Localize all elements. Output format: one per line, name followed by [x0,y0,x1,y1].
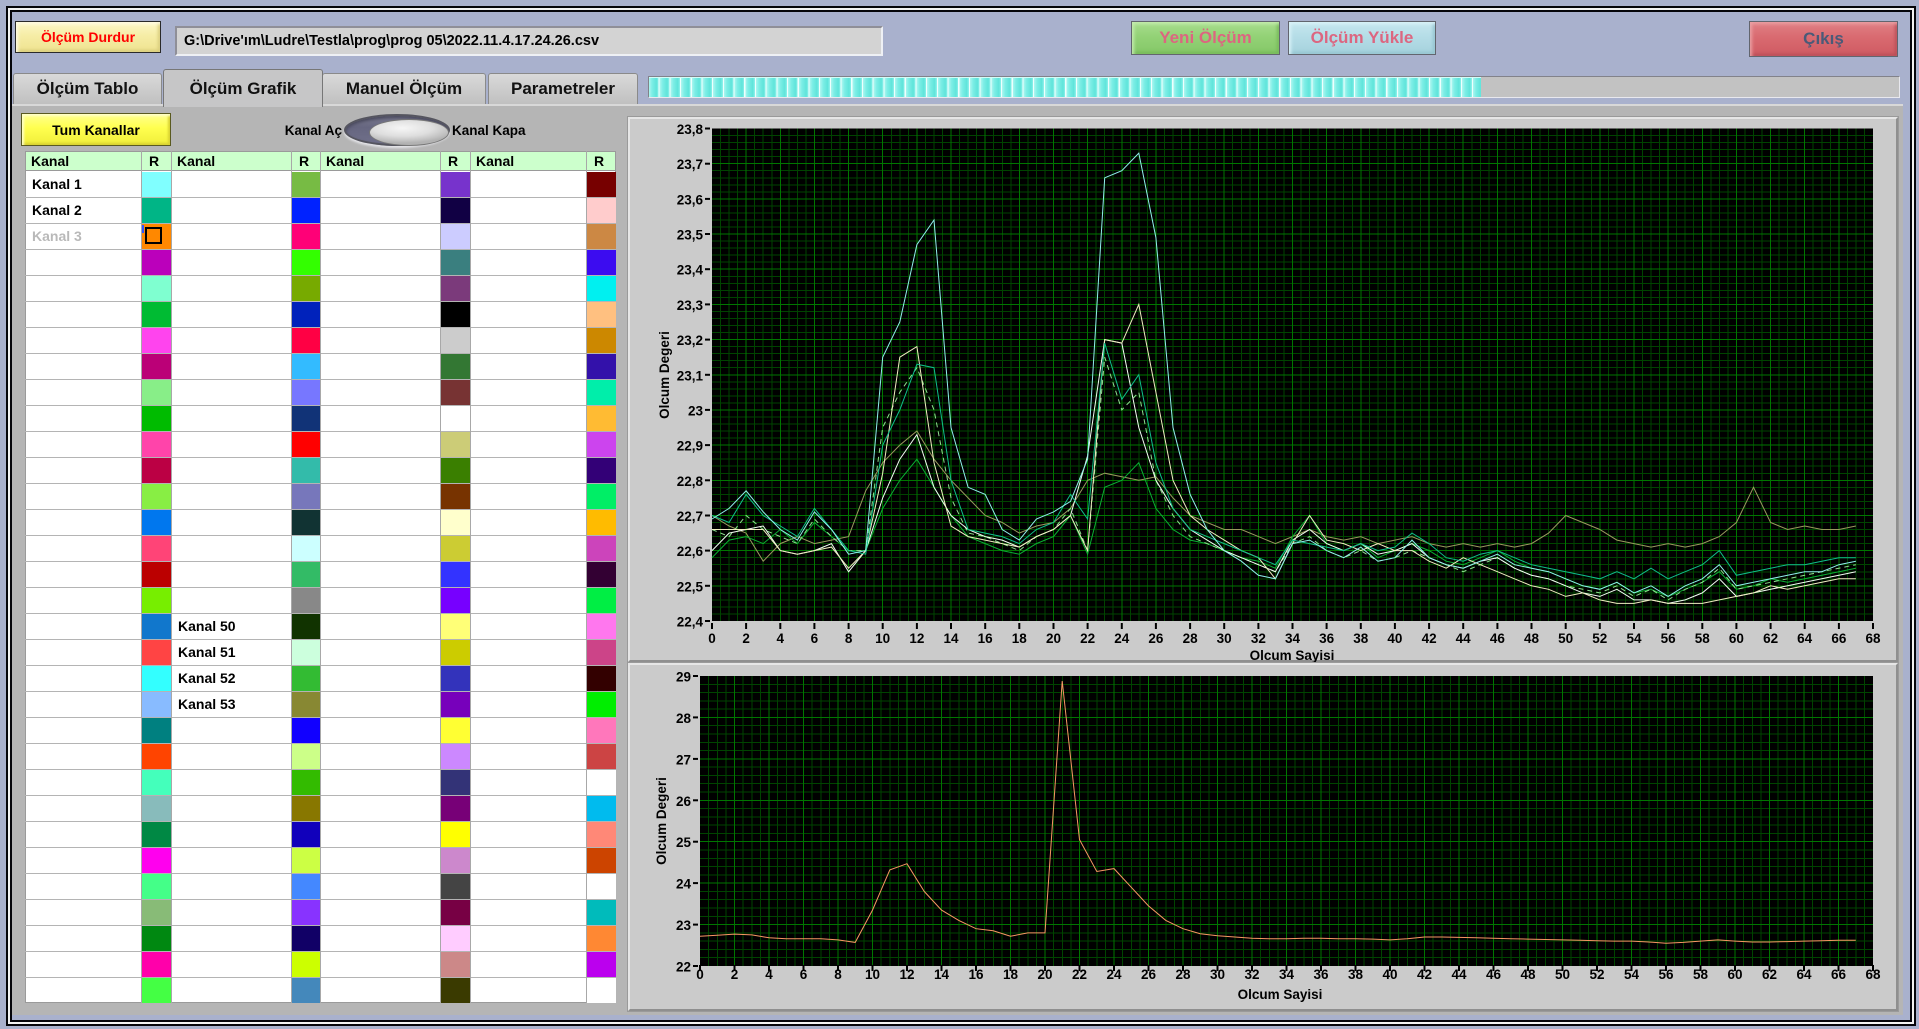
svg-text:60: 60 [1727,967,1742,982]
svg-text:22: 22 [1080,631,1095,646]
svg-text:23,5: 23,5 [677,228,704,243]
svg-text:14: 14 [943,631,959,646]
svg-text:40: 40 [1382,967,1397,982]
svg-text:8: 8 [834,967,842,982]
svg-text:20: 20 [1046,631,1061,646]
svg-text:22,7: 22,7 [677,509,703,524]
svg-text:Olcum Degeri: Olcum Degeri [657,331,672,419]
svg-text:48: 48 [1524,631,1540,646]
svg-text:23,2: 23,2 [677,333,703,348]
svg-text:0: 0 [696,967,704,982]
svg-text:23,6: 23,6 [677,192,704,207]
svg-text:40: 40 [1387,631,1402,646]
svg-text:38: 38 [1353,631,1369,646]
svg-text:25: 25 [676,835,692,850]
svg-text:26: 26 [676,794,692,809]
svg-text:54: 54 [1626,631,1642,646]
svg-text:58: 58 [1695,631,1711,646]
svg-text:22,9: 22,9 [677,439,703,454]
svg-text:0: 0 [708,631,716,646]
svg-text:23: 23 [676,918,692,933]
svg-text:68: 68 [1865,631,1881,646]
svg-text:28: 28 [1175,967,1191,982]
svg-text:64: 64 [1796,967,1812,982]
svg-text:10: 10 [875,631,890,646]
svg-text:23,7: 23,7 [677,157,703,172]
svg-text:Olcum Sayisi: Olcum Sayisi [1238,987,1323,1002]
svg-text:30: 30 [1210,967,1225,982]
svg-text:48: 48 [1520,967,1536,982]
svg-text:60: 60 [1729,631,1744,646]
svg-text:6: 6 [800,967,808,982]
svg-text:4: 4 [777,631,785,646]
svg-text:52: 52 [1589,967,1604,982]
svg-text:12: 12 [899,967,914,982]
svg-text:30: 30 [1217,631,1232,646]
svg-text:22,5: 22,5 [677,579,704,594]
svg-text:24: 24 [1114,631,1130,646]
svg-text:44: 44 [1456,631,1472,646]
svg-text:62: 62 [1762,967,1777,982]
svg-text:50: 50 [1558,631,1573,646]
svg-text:36: 36 [1319,631,1335,646]
svg-text:28: 28 [1183,631,1199,646]
svg-text:32: 32 [1251,631,1266,646]
svg-text:Olcum Sayisi: Olcum Sayisi [1250,648,1335,663]
svg-text:58: 58 [1693,967,1709,982]
svg-text:23,4: 23,4 [677,263,704,278]
svg-text:23,1: 23,1 [677,368,704,383]
svg-text:34: 34 [1279,967,1295,982]
svg-text:62: 62 [1763,631,1778,646]
svg-text:54: 54 [1624,967,1640,982]
svg-text:16: 16 [968,967,984,982]
svg-text:23,8: 23,8 [677,122,704,137]
svg-text:20: 20 [1037,967,1052,982]
svg-text:18: 18 [1012,631,1028,646]
svg-text:29: 29 [676,670,691,685]
svg-text:66: 66 [1831,967,1847,982]
svg-text:56: 56 [1661,631,1677,646]
svg-text:34: 34 [1285,631,1301,646]
svg-text:36: 36 [1313,967,1329,982]
svg-text:10: 10 [865,967,880,982]
svg-text:56: 56 [1658,967,1674,982]
svg-text:42: 42 [1422,631,1437,646]
svg-text:44: 44 [1451,967,1467,982]
svg-text:38: 38 [1348,967,1364,982]
svg-text:24: 24 [676,877,692,892]
svg-text:Olcum Degeri: Olcum Degeri [654,777,669,865]
svg-text:50: 50 [1555,967,1570,982]
svg-text:42: 42 [1417,967,1432,982]
svg-text:52: 52 [1592,631,1607,646]
svg-text:18: 18 [1003,967,1019,982]
svg-text:46: 46 [1486,967,1502,982]
svg-text:66: 66 [1831,631,1847,646]
svg-text:2: 2 [731,967,739,982]
svg-text:46: 46 [1490,631,1506,646]
svg-text:23,3: 23,3 [677,298,704,313]
svg-text:27: 27 [676,752,691,767]
svg-text:28: 28 [676,711,692,726]
svg-text:14: 14 [934,967,950,982]
svg-text:22,6: 22,6 [677,544,704,559]
svg-text:26: 26 [1141,967,1157,982]
svg-text:4: 4 [765,967,773,982]
svg-text:64: 64 [1797,631,1813,646]
svg-text:26: 26 [1148,631,1164,646]
svg-text:68: 68 [1865,967,1881,982]
svg-text:32: 32 [1244,967,1259,982]
svg-text:22: 22 [676,960,691,975]
svg-text:12: 12 [909,631,924,646]
svg-text:16: 16 [978,631,994,646]
svg-text:2: 2 [742,631,750,646]
svg-text:8: 8 [845,631,853,646]
svg-text:22,4: 22,4 [677,615,704,630]
svg-text:6: 6 [811,631,819,646]
svg-text:24: 24 [1106,967,1122,982]
svg-text:22: 22 [1072,967,1087,982]
svg-text:22,8: 22,8 [677,474,704,489]
svg-text:23: 23 [688,403,704,418]
